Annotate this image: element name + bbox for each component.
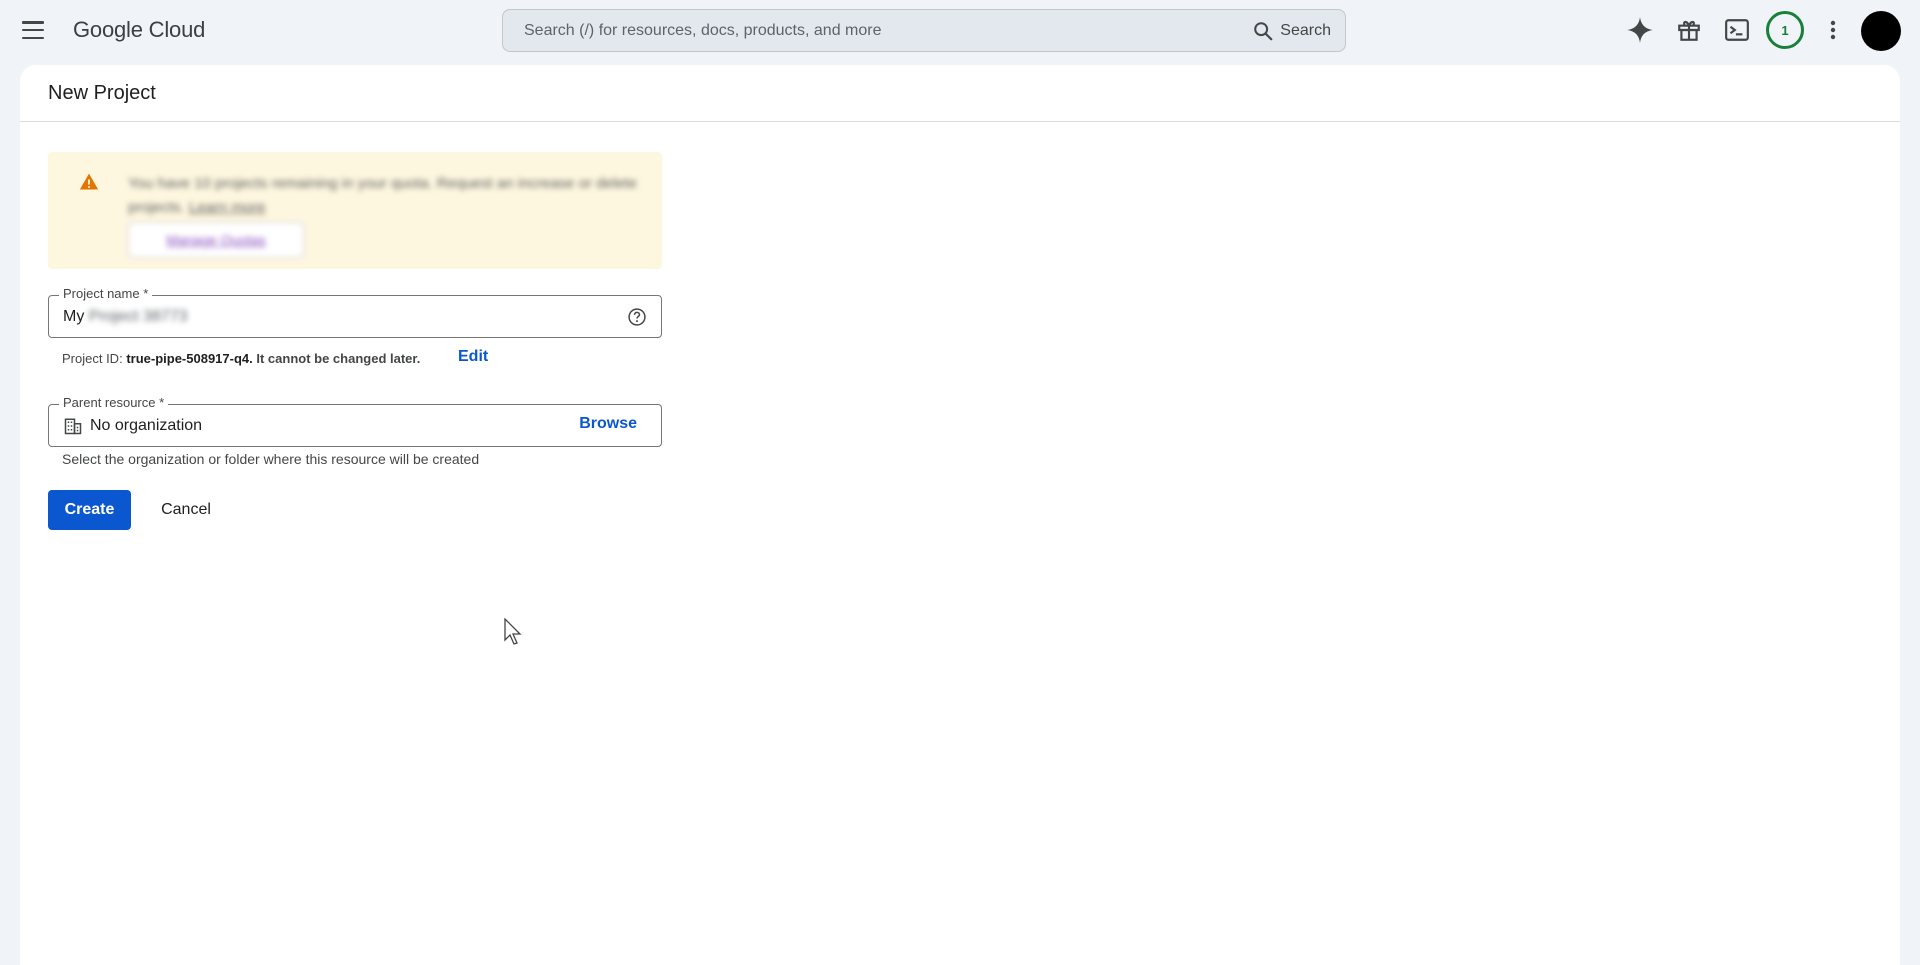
more-options-button[interactable] bbox=[1813, 10, 1853, 50]
quota-message: You have 10 projects remaining in your q… bbox=[128, 175, 637, 216]
learn-more-link[interactable]: Learn more bbox=[189, 199, 266, 216]
warning-icon bbox=[79, 173, 99, 190]
mouse-cursor-icon bbox=[504, 618, 522, 645]
parent-resource-field[interactable]: Parent resource * No organization Browse bbox=[48, 395, 662, 447]
manage-quotas-button[interactable]: Manage Quotas bbox=[128, 222, 304, 258]
google-cloud-logo[interactable]: Google Cloud bbox=[73, 17, 205, 43]
browse-button[interactable]: Browse bbox=[579, 415, 637, 433]
search-button-label: Search bbox=[1280, 22, 1331, 39]
parent-resource-value: No organization bbox=[90, 417, 203, 434]
gemini-button[interactable] bbox=[1620, 10, 1660, 50]
organization-building-icon bbox=[64, 418, 82, 435]
help-icon[interactable] bbox=[627, 307, 647, 327]
cloud-shell-terminal-icon bbox=[1725, 19, 1749, 41]
project-id-info: Project ID: true-pipe-508917-q4. It cann… bbox=[62, 351, 421, 366]
page-title: New Project bbox=[48, 82, 156, 104]
top-bar: Google Cloud Search (/) for resources, d… bbox=[0, 0, 1920, 60]
header-divider bbox=[20, 121, 1900, 122]
edit-project-id-link[interactable]: Edit bbox=[458, 348, 488, 366]
avatar[interactable] bbox=[1861, 11, 1901, 51]
cancel-button[interactable]: Cancel bbox=[146, 490, 226, 530]
project-id-value: true-pipe-508917-q4. bbox=[126, 351, 253, 366]
parent-resource-help: Select the organization or folder where … bbox=[62, 451, 480, 467]
more-vert-icon bbox=[1830, 20, 1836, 40]
notification-badge[interactable]: 1 bbox=[1766, 11, 1804, 49]
cloud-shell-button[interactable] bbox=[1717, 10, 1757, 50]
parent-resource-label: Parent resource * bbox=[59, 395, 169, 410]
search-input[interactable]: Search (/) for resources, docs, products… bbox=[524, 22, 881, 40]
gift-icon bbox=[1678, 20, 1700, 41]
search-button[interactable]: Search bbox=[1252, 18, 1331, 44]
gemini-sparkle-icon bbox=[1627, 17, 1653, 43]
project-name-field[interactable]: Project name * My Project 38773 bbox=[48, 286, 662, 338]
create-button[interactable]: Create bbox=[48, 490, 131, 530]
search-icon bbox=[1254, 22, 1273, 41]
offers-button[interactable] bbox=[1669, 10, 1709, 50]
project-name-input[interactable]: My Project 38773 bbox=[63, 308, 603, 326]
menu-icon[interactable] bbox=[20, 18, 46, 42]
main-content: New Project You have 10 projects remaini… bbox=[20, 65, 1900, 965]
search-bar[interactable]: Search (/) for resources, docs, products… bbox=[502, 9, 1346, 52]
project-name-label: Project name * bbox=[59, 286, 153, 301]
quota-warning: You have 10 projects remaining in your q… bbox=[48, 152, 662, 269]
